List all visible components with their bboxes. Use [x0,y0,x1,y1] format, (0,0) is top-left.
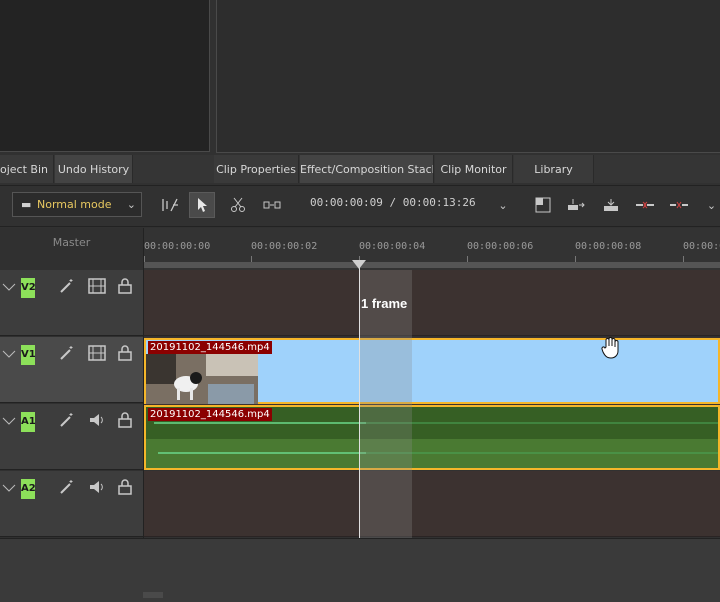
collapse-chevron-icon[interactable] [2,483,16,493]
audio-clip-name: 20191102_144546.mp4 [148,408,272,421]
lock-icon[interactable] [115,276,135,296]
track-header-a1[interactable]: A1 [0,404,143,470]
tab-effect-composition-stack[interactable]: Effect/Composition Stack [300,155,434,183]
zone-button[interactable] [530,192,556,218]
effects-wand-icon[interactable] [57,410,77,430]
edit-mode-select[interactable]: ▬ Normal mode ⌄ [12,192,142,217]
selection-tool-button[interactable] [189,192,215,218]
horizontal-scrollbar[interactable] [143,592,163,598]
spacer-tool-button[interactable] [157,192,183,218]
lift-button[interactable] [632,192,658,218]
track-tag-a1: A1 [21,412,36,432]
extract-icon [670,201,688,209]
hand-cursor-icon [601,337,621,364]
ruler-zone-bar [144,262,720,268]
track-header-v1[interactable]: V1 [0,337,143,403]
dock-tab-row: oject Bin Undo History Clip Properties E… [0,155,720,183]
track-tag-a2: A2 [21,479,36,499]
track-lane-v2[interactable] [144,270,720,336]
effects-wand-icon[interactable] [57,276,77,296]
ruler-label: 00:00:00:08 [575,241,642,252]
project-bin-monitor [0,0,210,152]
frame-size-label: 1 frame [361,296,408,311]
clip-thumbnail [146,354,258,404]
lock-icon[interactable] [115,477,135,497]
collapse-chevron-icon[interactable] [2,416,16,426]
chevron-down-icon: ⌄ [126,198,136,211]
speaker-icon[interactable] [87,410,107,430]
spacer-icon [162,198,178,212]
effects-wand-icon[interactable] [57,343,77,363]
multicam-icon [263,201,281,209]
ruler-label: 00:00:00:06 [467,241,534,252]
mode-icon: ▬ [21,198,32,211]
ruler-label: 00:00:00:04 [359,241,426,252]
video-clip[interactable]: 20191102_144546.mp4 [144,338,720,404]
tab-clip-properties[interactable]: Clip Properties [214,155,299,183]
master-label: Master [52,236,91,249]
collapse-chevron-icon[interactable] [2,349,16,359]
edit-mode-label: Normal mode [37,198,112,211]
chevron-down-icon: ⌄ [706,198,717,212]
overwrite-button[interactable] [598,192,624,218]
timecode-dropdown[interactable]: ⌄ [490,192,516,218]
insert-icon [568,199,585,210]
insert-button[interactable] [563,192,589,218]
track-lane-a2[interactable] [144,471,720,537]
track-tag-v2: V2 [21,278,36,298]
tab-project-bin[interactable]: oject Bin [0,155,54,183]
timecode-display: 00:00:00:09 / 00:00:13:26 [310,196,476,209]
timeline-ruler[interactable]: 00:00:00:00 00:00:00:02 00:00:00:04 00:0… [144,228,720,270]
ruler-label: 00:00:00:00 [144,241,211,252]
chevron-down-icon: ⌄ [498,198,508,212]
track-tag-v1: V1 [21,345,36,365]
timeline-toolbar: ▬ Normal mode ⌄ 00:00:00:09 / 00:00:13:2… [0,185,720,227]
lift-icon [636,201,654,209]
grid-icon [535,197,551,213]
collapse-chevron-icon[interactable] [2,282,16,292]
tab-library[interactable]: Library [514,155,594,183]
scissors-icon [231,197,245,212]
track-header-a2[interactable]: A2 [0,471,143,537]
timeline-empty-area [0,538,720,602]
extract-button[interactable] [666,192,692,218]
track-header-v2[interactable]: V2 [0,270,143,336]
audio-clip[interactable]: 20191102_144546.mp4 [144,405,720,470]
lock-icon[interactable] [115,410,135,430]
tab-clip-monitor[interactable]: Clip Monitor [435,155,513,183]
multicam-tool-button[interactable] [259,192,285,218]
playhead-marker[interactable] [352,260,366,269]
lock-icon[interactable] [115,343,135,363]
effects-wand-icon[interactable] [57,477,77,497]
pointer-icon [198,198,207,212]
razor-tool-button[interactable] [225,192,251,218]
more-tools-button[interactable]: ⌄ [703,192,720,218]
film-icon[interactable] [87,276,107,296]
playhead-line[interactable] [359,262,360,538]
speaker-icon[interactable] [87,477,107,497]
ruler-label: 00:00:00:02 [251,241,318,252]
tab-undo-history[interactable]: Undo History [55,155,133,183]
film-icon[interactable] [87,343,107,363]
clip-monitor-area [216,0,720,153]
video-clip-name: 20191102_144546.mp4 [148,341,272,354]
overwrite-icon [604,199,618,211]
ruler-label: 00:00:00:10 [683,241,720,252]
